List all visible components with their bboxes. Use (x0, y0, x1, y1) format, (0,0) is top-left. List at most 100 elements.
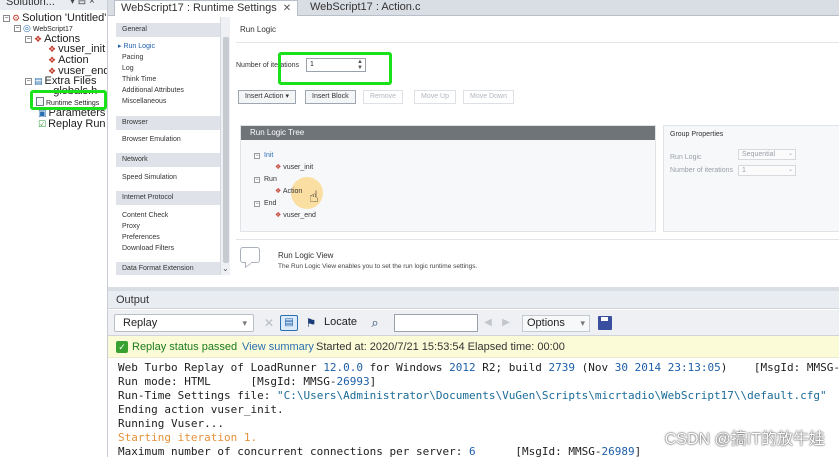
panel-controls[interactable]: ▾ ⊟ × (70, 0, 95, 7)
run-logic-panel: Run Logic Number of iterations 1 ▲ ▼ Inse… (230, 17, 839, 287)
chevron-down-icon: ▾ (580, 318, 585, 328)
nav-item-preferences[interactable]: Preferences (122, 233, 160, 242)
nav-item-download-filters[interactable]: Download Filters (122, 244, 174, 253)
tree-node-replay-run[interactable]: ☑ Replay Run (38, 118, 106, 130)
action-icon: ❖ (275, 212, 282, 219)
tree-node-vuser-init[interactable]: ❖ vuser_init (275, 163, 313, 172)
replay-timing-info: Started at: 2020/7/21 15:53:54 Elapsed t… (316, 341, 565, 353)
scroll-down-icon[interactable]: ⌄ (222, 264, 229, 273)
group-properties: Group Properties Run Logic Sequential ⌄ N… (663, 125, 839, 232)
actions-folder-icon: ❖ (34, 34, 43, 44)
run-logic-view-description: The Run Logic View enables you to set th… (278, 263, 478, 270)
nav-category-network[interactable]: Network (116, 153, 220, 167)
nav-item-log[interactable]: Log (122, 64, 134, 73)
next-icon[interactable]: ▶ (500, 315, 512, 331)
collapse-icon[interactable]: − (254, 201, 260, 207)
nav-category-internet-protocol[interactable]: Internet Protocol (116, 191, 220, 205)
settings-document-icon (36, 97, 44, 106)
collapse-icon[interactable]: − (25, 78, 32, 85)
log-line: Web Turbo Replay of LoadRunner 12.0.0 fo… (118, 361, 839, 374)
nav-item-speed-simulation[interactable]: Speed Simulation (122, 173, 177, 182)
output-title: Output (116, 294, 150, 306)
action-icon: ❖ (275, 188, 282, 195)
remove-button[interactable]: Remove (363, 90, 404, 104)
save-icon[interactable] (598, 316, 612, 330)
iterations-stepper[interactable]: 1 ▲ ▼ (306, 58, 366, 72)
collapse-icon[interactable]: − (25, 36, 32, 43)
move-down-button[interactable]: Move Down (463, 90, 514, 104)
search-input[interactable] (394, 314, 478, 332)
solution-explorer-header: Solution... ▾ ⊟ × (0, 0, 107, 10)
iterations-label: Number of iterations (236, 62, 300, 69)
log-line: Ending action vuser_init. (118, 403, 284, 416)
tab-runtime-settings[interactable]: WebScript17 : Runtime Settings ✕ (114, 0, 299, 16)
nav-item-additional-attributes[interactable]: Additional Attributes (122, 86, 184, 95)
replay-status-bar: ✓ Replay status passed View summary Star… (108, 336, 839, 358)
watermark: CSDN @搞IT的放牛娃 (664, 431, 825, 448)
tree-node-init[interactable]: − Init (254, 151, 273, 160)
insert-block-button[interactable]: Insert Block (305, 90, 356, 104)
nav-item-browser-emulation[interactable]: Browser Emulation (122, 135, 181, 144)
chevron-down-icon: ▾ (242, 318, 247, 328)
spinner-arrows-icon: ⌄ (787, 167, 793, 173)
scrollbar-thumb[interactable] (223, 37, 229, 263)
replay-status-text: Replay status passed (132, 341, 238, 353)
output-source-select[interactable]: Replay ▾ (114, 314, 254, 332)
document-tabs: WebScript17 : Runtime Settings ✕ WebScrip… (108, 0, 839, 16)
log-line: Run-Time Settings file: "C:\Users\Admini… (118, 389, 827, 402)
nav-item-content-check[interactable]: Content Check (122, 211, 168, 220)
flag-icon[interactable]: ⚑ (304, 315, 318, 331)
panel-title: Run Logic (240, 25, 277, 34)
chevron-down-icon: ⌄ (787, 151, 793, 157)
speech-bubble-icon (240, 247, 260, 263)
nav-scrollbar[interactable]: ⌄ (220, 17, 230, 275)
tab-action-c[interactable]: WebScript17 : Action.c (304, 0, 426, 16)
group-properties-title: Group Properties (670, 131, 724, 138)
collapse-icon[interactable]: − (3, 15, 10, 22)
output-view-icon[interactable]: ▤ (280, 315, 298, 331)
tree-node-run[interactable]: − Run (254, 175, 277, 184)
tree-node-action[interactable]: ❖ Action (275, 187, 302, 196)
action-icon: ❖ (275, 164, 282, 171)
nav-item-miscellaneous[interactable]: Miscellaneous (122, 97, 166, 106)
output-header: Output (108, 291, 839, 309)
runtime-settings-nav: General ▸ Run Logic Pacing Log Think Tim… (110, 17, 220, 275)
nav-category-browser[interactable]: Browser (116, 116, 220, 130)
options-select[interactable]: Options ▾ (522, 315, 590, 332)
folder-icon: ▤ (34, 76, 43, 86)
group-run-logic-label: Run Logic (670, 154, 702, 161)
spinner-arrows-icon[interactable]: ▲ ▼ (357, 59, 363, 71)
nav-category-data-format-extension[interactable]: Data Format Extension (116, 262, 220, 275)
locate-button[interactable]: Locate (324, 316, 357, 328)
group-iterations-label: Number of iterations (670, 167, 734, 174)
tree-node-vuser-end[interactable]: ❖ vuser_end (275, 211, 316, 220)
view-summary-link[interactable]: View summary (242, 341, 314, 353)
collapse-icon[interactable]: − (14, 25, 21, 32)
close-icon[interactable]: ✕ (283, 3, 291, 14)
insert-action-button[interactable]: Insert Action ▾ (238, 90, 296, 104)
tree-node-end[interactable]: − End (254, 199, 276, 208)
divider (236, 239, 839, 240)
log-line: Run mode: HTML [MsgId: MMSG-26993] (118, 375, 377, 388)
search-icon[interactable]: ⌕ (368, 315, 382, 331)
divider (236, 42, 839, 43)
nav-item-proxy[interactable]: Proxy (122, 222, 140, 231)
hand-cursor-icon: ☝ (309, 189, 319, 206)
run-logic-view-title: Run Logic View (278, 251, 334, 260)
nav-item-run-logic[interactable]: ▸ Run Logic (118, 42, 155, 51)
clear-icon[interactable]: ✕ (262, 315, 276, 331)
move-up-button[interactable]: Move Up (414, 90, 457, 104)
collapse-icon[interactable]: − (254, 153, 260, 159)
solution-explorer-title: Solution... (6, 0, 55, 8)
group-iterations-stepper: 1 ⌄ (738, 165, 796, 176)
nav-item-think-time[interactable]: Think Time (122, 75, 156, 84)
solution-explorer: Solution... ▾ ⊟ × − ⚙ Solution 'Untitled' … (0, 0, 108, 457)
nav-item-pacing[interactable]: Pacing (122, 53, 143, 62)
run-logic-tree-title: Run Logic Tree (241, 126, 655, 140)
previous-icon[interactable]: ◀ (482, 315, 494, 331)
group-run-logic-select: Sequential ⌄ (738, 149, 796, 160)
replay-run-icon: ☑ (38, 119, 47, 129)
nav-category-general[interactable]: General (116, 23, 220, 37)
output-toolbar: Replay ▾ ✕ ▤ ⚑ Locate ⌕ ◀ ▶ Options ▾ (108, 310, 839, 336)
collapse-icon[interactable]: − (254, 177, 260, 183)
